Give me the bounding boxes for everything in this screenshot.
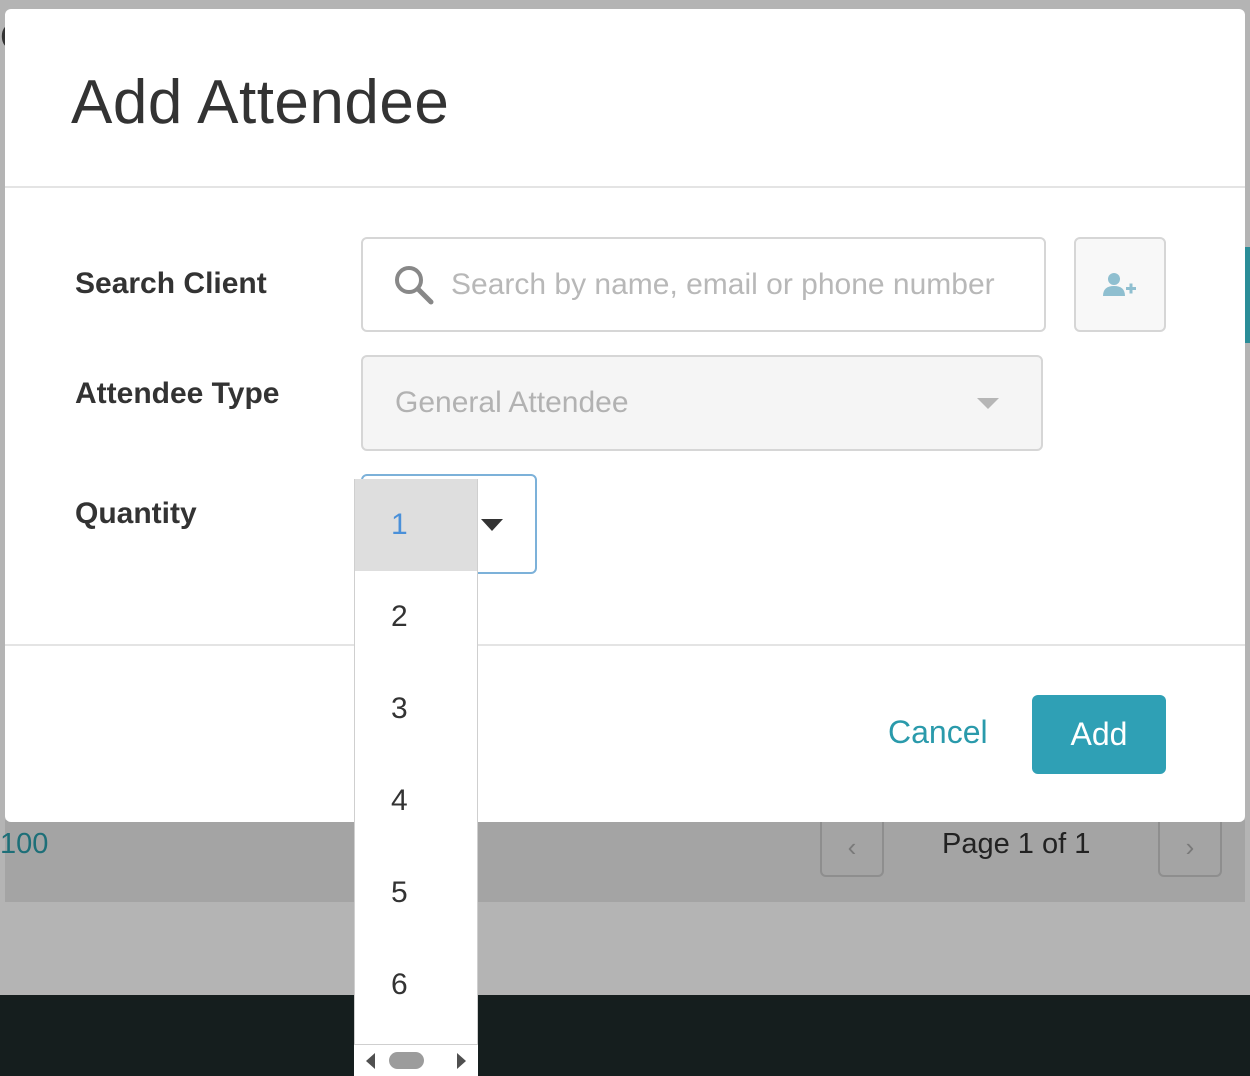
quantity-option[interactable]: 1 — [355, 479, 477, 571]
page-info: Page 1 of 1 — [942, 828, 1091, 860]
quantity-option[interactable]: 4 — [355, 755, 477, 847]
scroll-left-arrow-icon[interactable] — [366, 1053, 375, 1069]
quantity-label: Quantity — [75, 497, 197, 530]
add-attendee-modal: Add Attendee Search Client Attendee Type… — [5, 9, 1245, 822]
page-size-value[interactable]: 100 — [0, 828, 48, 861]
prev-page-button[interactable]: ‹ — [820, 820, 884, 877]
quantity-option[interactable]: 3 — [355, 663, 477, 755]
scrollbar-thumb[interactable] — [389, 1052, 424, 1069]
search-icon — [395, 265, 434, 304]
footer-divider — [5, 644, 1245, 646]
quantity-options-list: 1 2 3 4 5 6 — [354, 479, 478, 1045]
quantity-option[interactable]: 2 — [355, 571, 477, 663]
background-footer — [0, 995, 1250, 1076]
modal-title: Add Attendee — [71, 68, 450, 137]
quantity-option[interactable]: 5 — [355, 847, 477, 939]
chevron-right-icon: › — [1185, 832, 1195, 862]
add-user-icon — [1103, 272, 1136, 296]
add-button[interactable]: Add — [1032, 695, 1166, 774]
horizontal-scrollbar[interactable] — [354, 1045, 478, 1076]
attendee-type-value: General Attendee — [395, 386, 629, 419]
chevron-left-icon: ‹ — [847, 832, 857, 862]
caret-down-icon — [977, 398, 999, 409]
next-page-button[interactable]: › — [1158, 820, 1222, 877]
caret-down-icon — [481, 519, 503, 531]
search-client-label: Search Client — [75, 267, 267, 300]
scroll-right-arrow-icon[interactable] — [457, 1053, 466, 1069]
cancel-button[interactable]: Cancel — [888, 714, 988, 751]
add-new-client-button[interactable] — [1074, 237, 1166, 332]
attendee-type-select[interactable]: General Attendee — [361, 355, 1043, 451]
modal-header: Add Attendee — [5, 9, 1245, 188]
search-client-field[interactable] — [361, 237, 1046, 332]
attendee-type-label: Attendee Type — [75, 377, 280, 410]
quantity-option[interactable]: 6 — [355, 939, 477, 1031]
search-client-input[interactable] — [449, 266, 1023, 303]
